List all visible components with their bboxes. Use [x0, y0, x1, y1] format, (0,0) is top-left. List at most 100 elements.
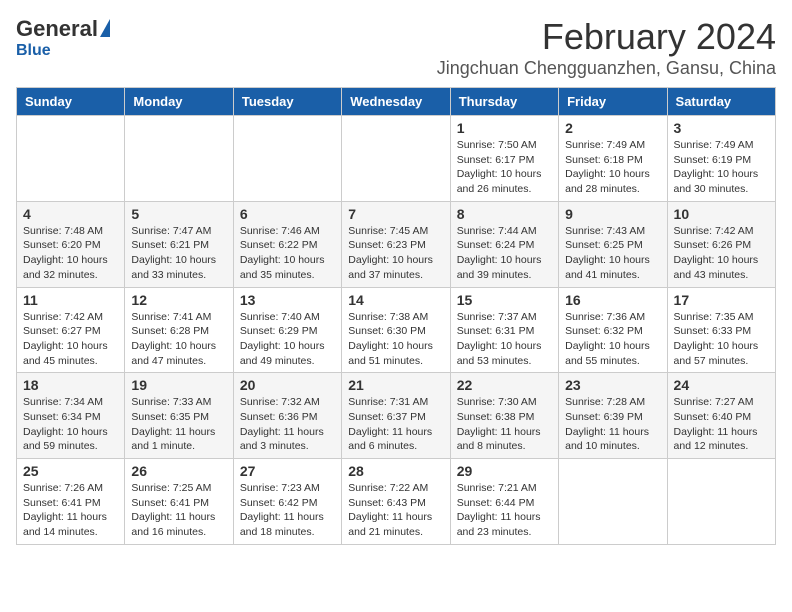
- day-number: 21: [348, 377, 443, 393]
- day-number: 28: [348, 463, 443, 479]
- calendar-header-row: SundayMondayTuesdayWednesdayThursdayFrid…: [17, 88, 776, 116]
- calendar-week-row: 4 Sunrise: 7:48 AMSunset: 6:20 PMDaylight…: [17, 201, 776, 287]
- day-number: 29: [457, 463, 552, 479]
- calendar-cell: 10 Sunrise: 7:42 AMSunset: 6:26 PMDayligh…: [667, 201, 775, 287]
- day-number: 24: [674, 377, 769, 393]
- day-number: 20: [240, 377, 335, 393]
- day-info: Sunrise: 7:49 AMSunset: 6:19 PMDaylight:…: [674, 138, 769, 197]
- day-number: 13: [240, 292, 335, 308]
- day-info: Sunrise: 7:28 AMSunset: 6:39 PMDaylight:…: [565, 395, 660, 454]
- calendar-cell: [233, 116, 341, 202]
- calendar-cell: 12 Sunrise: 7:41 AMSunset: 6:28 PMDayligh…: [125, 287, 233, 373]
- day-info: Sunrise: 7:34 AMSunset: 6:34 PMDaylight:…: [23, 395, 118, 454]
- day-number: 4: [23, 206, 118, 222]
- calendar-cell: 21Sunrise: 7:31 AMSunset: 6:37 PMDayligh…: [342, 373, 450, 459]
- day-info: Sunrise: 7:22 AMSunset: 6:43 PMDaylight:…: [348, 481, 443, 540]
- calendar-cell: 29 Sunrise: 7:21 AMSunset: 6:44 PMDayligh…: [450, 459, 558, 545]
- day-info: Sunrise: 7:45 AMSunset: 6:23 PMDaylight:…: [348, 224, 443, 283]
- day-info: Sunrise: 7:47 AMSunset: 6:21 PMDaylight:…: [131, 224, 226, 283]
- day-info: Sunrise: 7:27 AMSunset: 6:40 PMDaylight:…: [674, 395, 769, 454]
- calendar-cell: 2Sunrise: 7:49 AMSunset: 6:18 PMDaylight…: [559, 116, 667, 202]
- day-number: 23: [565, 377, 660, 393]
- day-info: Sunrise: 7:35 AMSunset: 6:33 PMDaylight:…: [674, 310, 769, 369]
- calendar-cell: 9 Sunrise: 7:43 AMSunset: 6:25 PMDaylight…: [559, 201, 667, 287]
- weekday-header: Wednesday: [342, 88, 450, 116]
- calendar-cell: 24 Sunrise: 7:27 AMSunset: 6:40 PMDayligh…: [667, 373, 775, 459]
- day-number: 3: [674, 120, 769, 136]
- day-number: 7: [348, 206, 443, 222]
- calendar-table: SundayMondayTuesdayWednesdayThursdayFrid…: [16, 87, 776, 545]
- calendar-cell: 8 Sunrise: 7:44 AMSunset: 6:24 PMDaylight…: [450, 201, 558, 287]
- day-number: 1: [457, 120, 552, 136]
- calendar-cell: [667, 459, 775, 545]
- page-header: General Blue February 2024 Jingchuan Che…: [16, 16, 776, 79]
- day-info: Sunrise: 7:40 AMSunset: 6:29 PMDaylight:…: [240, 310, 335, 369]
- day-info: Sunrise: 7:36 AMSunset: 6:32 PMDaylight:…: [565, 310, 660, 369]
- calendar-cell: 16 Sunrise: 7:36 AMSunset: 6:32 PMDayligh…: [559, 287, 667, 373]
- day-number: 18: [23, 377, 118, 393]
- calendar-cell: 27 Sunrise: 7:23 AMSunset: 6:42 PMDayligh…: [233, 459, 341, 545]
- logo-triangle-icon: [100, 19, 110, 37]
- calendar-cell: 13 Sunrise: 7:40 AMSunset: 6:29 PMDayligh…: [233, 287, 341, 373]
- day-info: Sunrise: 7:32 AMSunset: 6:36 PMDaylight:…: [240, 395, 335, 454]
- calendar-cell: 25 Sunrise: 7:26 AMSunset: 6:41 PMDayligh…: [17, 459, 125, 545]
- day-number: 22: [457, 377, 552, 393]
- calendar-cell: [125, 116, 233, 202]
- calendar-cell: 17Sunrise: 7:35 AMSunset: 6:33 PMDayligh…: [667, 287, 775, 373]
- calendar-cell: 26 Sunrise: 7:25 AMSunset: 6:41 PMDayligh…: [125, 459, 233, 545]
- calendar-week-row: 25 Sunrise: 7:26 AMSunset: 6:41 PMDayligh…: [17, 459, 776, 545]
- day-info: Sunrise: 7:38 AMSunset: 6:30 PMDaylight:…: [348, 310, 443, 369]
- logo: General Blue: [16, 16, 110, 60]
- day-info: Sunrise: 7:21 AMSunset: 6:44 PMDaylight:…: [457, 481, 552, 540]
- day-number: 12: [131, 292, 226, 308]
- calendar-cell: 23 Sunrise: 7:28 AMSunset: 6:39 PMDayligh…: [559, 373, 667, 459]
- subtitle: Jingchuan Chengguanzhen, Gansu, China: [437, 58, 776, 79]
- calendar-cell: [342, 116, 450, 202]
- day-number: 26: [131, 463, 226, 479]
- calendar-cell: 4 Sunrise: 7:48 AMSunset: 6:20 PMDaylight…: [17, 201, 125, 287]
- day-info: Sunrise: 7:43 AMSunset: 6:25 PMDaylight:…: [565, 224, 660, 283]
- day-number: 6: [240, 206, 335, 222]
- calendar-cell: 11Sunrise: 7:42 AMSunset: 6:27 PMDayligh…: [17, 287, 125, 373]
- calendar-cell: [559, 459, 667, 545]
- day-info: Sunrise: 7:23 AMSunset: 6:42 PMDaylight:…: [240, 481, 335, 540]
- day-info: Sunrise: 7:25 AMSunset: 6:41 PMDaylight:…: [131, 481, 226, 540]
- day-number: 8: [457, 206, 552, 222]
- weekday-header: Tuesday: [233, 88, 341, 116]
- day-number: 27: [240, 463, 335, 479]
- day-info: Sunrise: 7:42 AMSunset: 6:26 PMDaylight:…: [674, 224, 769, 283]
- day-number: 15: [457, 292, 552, 308]
- day-info: Sunrise: 7:26 AMSunset: 6:41 PMDaylight:…: [23, 481, 118, 540]
- day-info: Sunrise: 7:37 AMSunset: 6:31 PMDaylight:…: [457, 310, 552, 369]
- day-info: Sunrise: 7:50 AMSunset: 6:17 PMDaylight:…: [457, 138, 552, 197]
- calendar-cell: 6Sunrise: 7:46 AMSunset: 6:22 PMDaylight…: [233, 201, 341, 287]
- day-info: Sunrise: 7:41 AMSunset: 6:28 PMDaylight:…: [131, 310, 226, 369]
- calendar-cell: 3 Sunrise: 7:49 AMSunset: 6:19 PMDaylight…: [667, 116, 775, 202]
- weekday-header: Monday: [125, 88, 233, 116]
- logo-blue-text: Blue: [16, 42, 51, 60]
- day-number: 14: [348, 292, 443, 308]
- weekday-header: Thursday: [450, 88, 558, 116]
- logo-general-text: General: [16, 16, 98, 42]
- day-info: Sunrise: 7:48 AMSunset: 6:20 PMDaylight:…: [23, 224, 118, 283]
- calendar-week-row: 11Sunrise: 7:42 AMSunset: 6:27 PMDayligh…: [17, 287, 776, 373]
- calendar-cell: 22Sunrise: 7:30 AMSunset: 6:38 PMDayligh…: [450, 373, 558, 459]
- calendar-cell: 15 Sunrise: 7:37 AMSunset: 6:31 PMDayligh…: [450, 287, 558, 373]
- calendar-cell: 20 Sunrise: 7:32 AMSunset: 6:36 PMDayligh…: [233, 373, 341, 459]
- weekday-header: Sunday: [17, 88, 125, 116]
- day-info: Sunrise: 7:42 AMSunset: 6:27 PMDaylight:…: [23, 310, 118, 369]
- calendar-cell: 7 Sunrise: 7:45 AMSunset: 6:23 PMDaylight…: [342, 201, 450, 287]
- calendar-cell: 18 Sunrise: 7:34 AMSunset: 6:34 PMDayligh…: [17, 373, 125, 459]
- day-number: 10: [674, 206, 769, 222]
- weekday-header: Saturday: [667, 88, 775, 116]
- day-info: Sunrise: 7:44 AMSunset: 6:24 PMDaylight:…: [457, 224, 552, 283]
- day-number: 25: [23, 463, 118, 479]
- day-number: 9: [565, 206, 660, 222]
- day-info: Sunrise: 7:33 AMSunset: 6:35 PMDaylight:…: [131, 395, 226, 454]
- day-number: 16: [565, 292, 660, 308]
- weekday-header: Friday: [559, 88, 667, 116]
- calendar-cell: 14 Sunrise: 7:38 AMSunset: 6:30 PMDayligh…: [342, 287, 450, 373]
- calendar-cell: 5 Sunrise: 7:47 AMSunset: 6:21 PMDaylight…: [125, 201, 233, 287]
- day-number: 5: [131, 206, 226, 222]
- calendar-cell: 1 Sunrise: 7:50 AMSunset: 6:17 PMDaylight…: [450, 116, 558, 202]
